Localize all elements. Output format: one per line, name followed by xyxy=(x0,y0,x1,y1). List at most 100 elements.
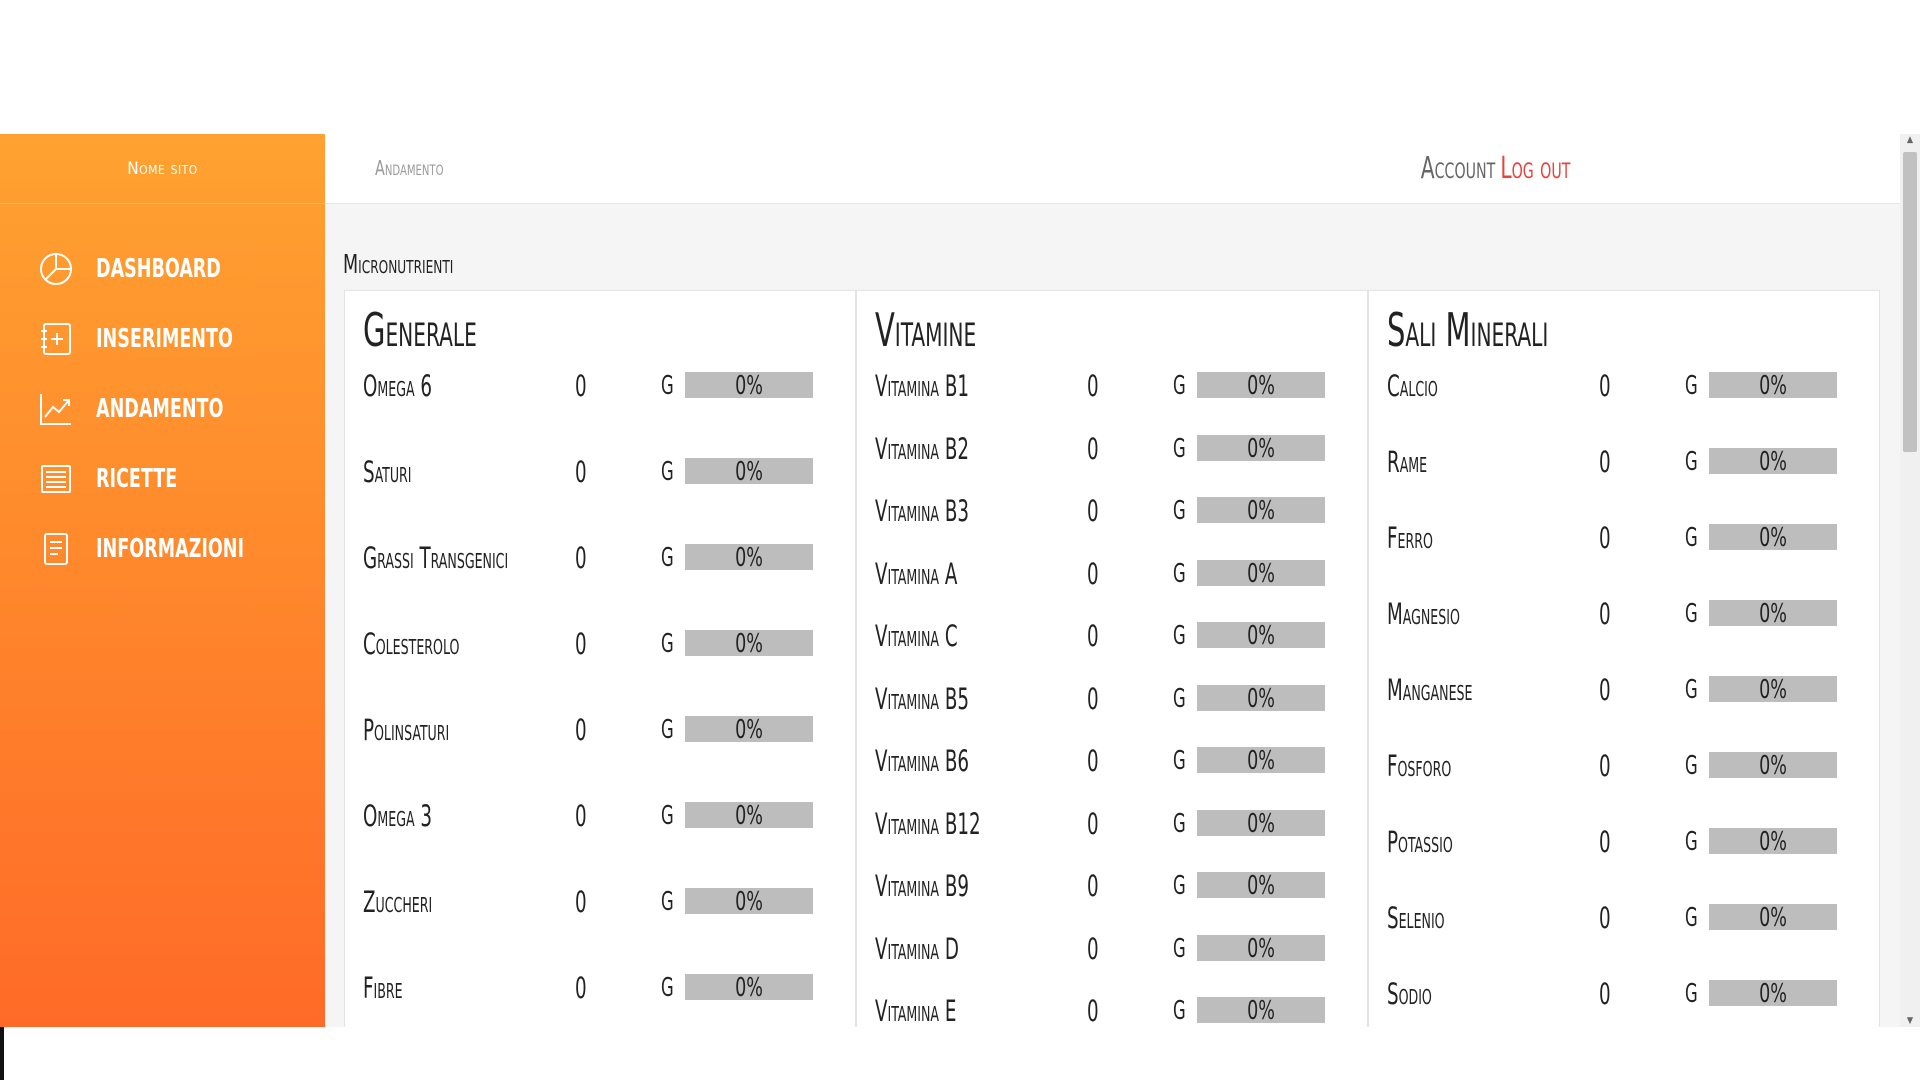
sidebar-item-label: Ricette xyxy=(96,464,178,494)
nutrient-name: Fibre xyxy=(363,971,403,1005)
nutrient-value: 0 xyxy=(1087,431,1099,466)
sidebar-item-inserimento[interactable]: Inserimento xyxy=(0,304,325,374)
progress-percent: 0% xyxy=(1759,523,1787,553)
nutrient-unit: G xyxy=(1173,621,1186,651)
nutrient-unit: G xyxy=(1685,371,1698,401)
nutrient-name: Magnesio xyxy=(1387,597,1460,631)
progress-percent: 0% xyxy=(735,543,763,573)
sidebar-item-informazioni[interactable]: Informazioni xyxy=(0,514,325,584)
progress-percent: 0% xyxy=(1247,746,1275,776)
nutrient-unit: G xyxy=(1173,996,1186,1026)
progress-bar: 0% xyxy=(1197,746,1325,776)
top-header: Andamento Account Log out xyxy=(325,134,1900,204)
sidebar-item-label: Dashboard xyxy=(96,254,221,284)
nutrient-unit: G xyxy=(1173,871,1186,901)
progress-percent: 0% xyxy=(1759,903,1787,933)
progress-percent: 0% xyxy=(1759,751,1787,781)
nutrient-unit: G xyxy=(1173,496,1186,526)
progress-percent: 0% xyxy=(735,973,763,1003)
progress-percent: 0% xyxy=(1247,496,1275,526)
nutrient-unit: G xyxy=(1685,447,1698,477)
progress-bar: 0% xyxy=(685,457,813,487)
progress-bar: 0% xyxy=(1197,433,1325,464)
nutrient-name: Omega 6 xyxy=(363,369,432,403)
nutrient-name: Vitamina B9 xyxy=(875,869,969,903)
progress-bar: 0% xyxy=(1709,979,1837,1009)
nutrient-name: Omega 3 xyxy=(363,799,432,833)
nutrient-row: Vitamina C 0 G 0% xyxy=(857,619,1369,653)
nutrient-row: Saturi 0 G 0% xyxy=(345,455,857,489)
nutrient-unit: G xyxy=(1685,979,1698,1009)
progress-bar: 0% xyxy=(1709,371,1837,401)
sidebar: Nome sito Dashboard Inserimento Andament… xyxy=(0,134,325,1027)
nutrient-row: Selenio 0 G 0% xyxy=(1369,901,1881,935)
progress-percent: 0% xyxy=(1759,371,1787,401)
sidebar-item-andamento[interactable]: Andamento xyxy=(0,374,325,444)
nutrient-unit: G xyxy=(661,543,674,573)
vertical-scrollbar[interactable]: ▲ ▼ xyxy=(1900,134,1920,1027)
nutrient-unit: G xyxy=(1685,599,1698,629)
nutrient-row: Sodio 0 G 0% xyxy=(1369,977,1881,1011)
nutrient-value: 0 xyxy=(575,799,587,833)
nutrient-row: Fosforo 0 G 0% xyxy=(1369,749,1881,783)
nutrient-value: 0 xyxy=(1599,901,1611,935)
sidebar-item-ricette[interactable]: Ricette xyxy=(0,444,325,514)
progress-percent: 0% xyxy=(1247,933,1275,964)
progress-percent: 0% xyxy=(1247,371,1275,401)
nutrient-value: 0 xyxy=(1087,681,1099,716)
nutrient-name: Grassi Transgenici xyxy=(363,541,509,575)
nutrient-unit: G xyxy=(661,973,674,1003)
nutrient-row: Calcio 0 G 0% xyxy=(1369,369,1881,403)
nutrient-value: 0 xyxy=(1087,806,1099,841)
progress-percent: 0% xyxy=(1759,979,1787,1009)
progress-bar: 0% xyxy=(1709,675,1837,705)
nutrient-row: Zuccheri 0 G 0% xyxy=(345,885,857,919)
document-icon xyxy=(44,533,68,565)
nutrient-value: 0 xyxy=(1599,825,1611,859)
progress-percent: 0% xyxy=(1247,558,1275,589)
nutrient-name: Vitamina A xyxy=(875,556,958,591)
section-title: Micronutrienti xyxy=(343,250,454,280)
progress-percent: 0% xyxy=(1247,621,1275,651)
progress-percent: 0% xyxy=(735,715,763,745)
nutrient-unit: G xyxy=(1173,558,1186,589)
progress-bar: 0% xyxy=(685,973,813,1003)
nutrient-value: 0 xyxy=(1087,994,1099,1027)
nutrient-value: 0 xyxy=(575,713,587,747)
nutrient-unit: G xyxy=(1173,746,1186,776)
progress-percent: 0% xyxy=(1759,599,1787,629)
progress-percent: 0% xyxy=(735,801,763,831)
nutrient-value: 0 xyxy=(575,971,587,1005)
nutrient-value: 0 xyxy=(1087,369,1099,403)
nutrient-row: Omega 6 0 G 0% xyxy=(345,369,857,403)
receipt-icon xyxy=(41,465,71,493)
progress-bar: 0% xyxy=(1709,599,1837,629)
panel-title: Sali Minerali xyxy=(1387,303,1549,357)
progress-percent: 0% xyxy=(1247,808,1275,839)
nutrient-row: Vitamina B6 0 G 0% xyxy=(857,744,1369,778)
progress-percent: 0% xyxy=(1247,871,1275,901)
nutrient-value: 0 xyxy=(1087,619,1099,653)
nutrient-name: Colesterolo xyxy=(363,627,460,661)
progress-percent: 0% xyxy=(1759,447,1787,477)
nutrient-unit: G xyxy=(1173,933,1186,964)
nutrient-name: Saturi xyxy=(363,455,412,489)
nutrient-row: Vitamina E 0 G 0% xyxy=(857,994,1369,1027)
nutrient-row: Grassi Transgenici 0 G 0% xyxy=(345,541,857,575)
nutrient-row: Fibre 0 G 0% xyxy=(345,971,857,1005)
sidebar-item-dashboard[interactable]: Dashboard xyxy=(0,234,325,304)
scroll-down-arrow-icon[interactable]: ▼ xyxy=(1900,1015,1920,1027)
logout-link[interactable]: Log out xyxy=(1500,151,1570,186)
breadcrumb: Andamento xyxy=(375,156,444,180)
nutrient-row: Ferro 0 G 0% xyxy=(1369,521,1881,555)
nutrient-name: Sodio xyxy=(1387,977,1432,1011)
progress-bar: 0% xyxy=(1709,523,1837,553)
progress-percent: 0% xyxy=(1247,433,1275,464)
scroll-thumb[interactable] xyxy=(1903,152,1917,452)
nutrient-row: Vitamina B3 0 G 0% xyxy=(857,494,1369,528)
scroll-up-arrow-icon[interactable]: ▲ xyxy=(1900,134,1920,146)
nutrient-name: Vitamina D xyxy=(875,931,959,966)
progress-bar: 0% xyxy=(1197,621,1325,651)
account-link[interactable]: Account xyxy=(1421,151,1495,186)
site-brand[interactable]: Nome sito xyxy=(0,134,325,204)
